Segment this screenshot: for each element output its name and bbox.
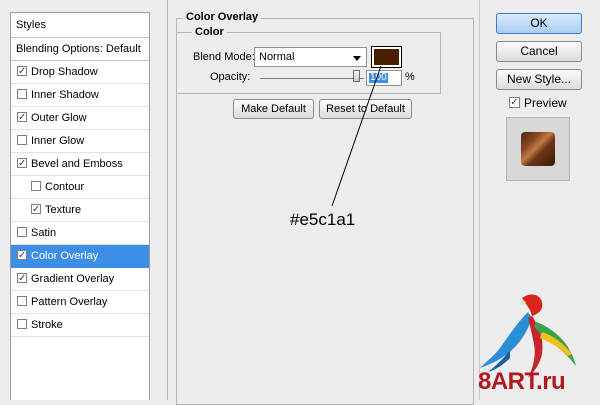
style-preview-thumbnail [521,132,555,166]
preview-checkbox[interactable]: ✓ [509,97,520,108]
watermark-text: 8ART.ru [478,368,566,396]
ok-button[interactable]: OK [496,13,582,34]
watermark-tld: ru [542,368,566,395]
annotation-hex-text: #e5c1a1 [290,210,356,229]
style-preview-box [506,117,570,181]
new-style-button[interactable]: New Style... [496,69,582,90]
watermark-brand: 8ART [478,368,537,395]
cancel-button[interactable]: Cancel [496,41,582,62]
preview-label: Preview [524,96,567,110]
